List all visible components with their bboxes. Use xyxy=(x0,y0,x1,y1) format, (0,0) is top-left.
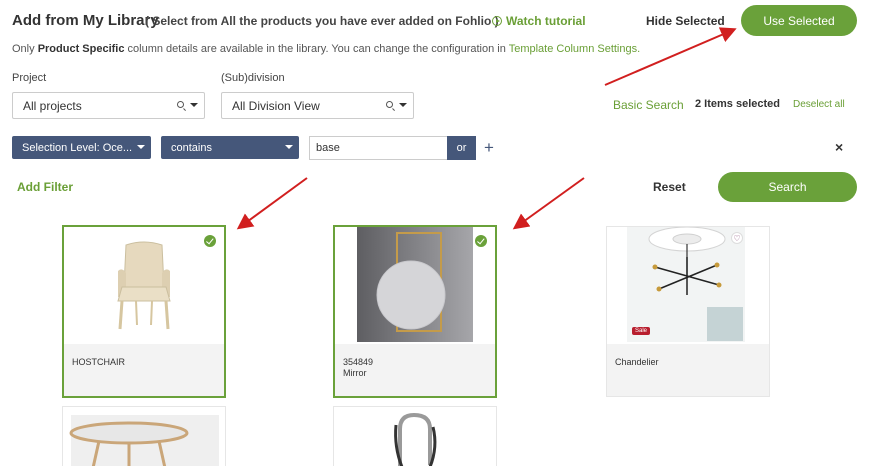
play-icon xyxy=(492,16,502,26)
operator-value: contains xyxy=(171,141,212,154)
arrow-to-use-selected xyxy=(604,27,737,86)
watch-tutorial-link[interactable]: Watch tutorial xyxy=(492,14,586,28)
table-image xyxy=(69,415,219,466)
arrow-to-mirror xyxy=(512,177,585,230)
product-image xyxy=(607,226,769,344)
page-subtitle: ( Select from All the products you have … xyxy=(145,14,499,28)
info-body: column details are available in the libr… xyxy=(124,43,509,55)
add-filter-link[interactable]: Add Filter xyxy=(17,180,73,194)
sale-badge: Sale xyxy=(632,327,651,335)
info-bold: Product Specific xyxy=(37,43,125,55)
chair-image xyxy=(117,241,171,330)
faucet-image xyxy=(394,412,437,466)
subdivision-label: (Sub)division xyxy=(221,72,285,84)
page-title: Add from My Library xyxy=(12,12,159,29)
product-card[interactable] xyxy=(62,406,226,466)
project-select[interactable]: All projects xyxy=(12,92,205,119)
chevron-down-icon xyxy=(285,145,293,149)
product-name: 354849 Mirror xyxy=(343,357,373,379)
selected-check-icon xyxy=(204,235,216,247)
search-button[interactable]: Search xyxy=(718,172,857,202)
product-name-line1: HOSTCHAIR xyxy=(72,357,126,367)
info-prefix: Only xyxy=(12,43,38,55)
product-name-line1: Chandelier xyxy=(615,357,659,367)
deselect-all-link[interactable]: Deselect all xyxy=(793,99,845,110)
chevron-down-icon xyxy=(399,102,407,107)
selected-check-icon xyxy=(475,235,487,247)
chevron-down-icon xyxy=(137,145,145,149)
product-name-line2: Mirror xyxy=(343,368,367,378)
product-name: Chandelier xyxy=(615,357,659,368)
use-selected-button[interactable]: Use Selected xyxy=(741,5,857,36)
selection-level-value: Selection Level: Oce... xyxy=(22,141,133,154)
search-icon xyxy=(177,101,184,108)
search-icon xyxy=(386,101,393,108)
template-column-settings-link[interactable]: Template Column Settings. xyxy=(509,43,640,55)
info-text: Only Product Specific column details are… xyxy=(12,43,640,55)
product-card[interactable]: HOSTCHAIR xyxy=(62,225,226,398)
subdivision-select[interactable]: All Division View xyxy=(221,92,414,119)
items-selected-count: 2 Items selected xyxy=(695,98,780,110)
operator-select[interactable]: contains xyxy=(161,136,299,159)
product-name-line1: 354849 xyxy=(343,357,374,367)
product-card[interactable]: 354849 Mirror xyxy=(333,225,497,398)
product-image xyxy=(64,227,224,344)
reset-button[interactable]: Reset xyxy=(653,180,686,194)
product-name: HOSTCHAIR xyxy=(72,357,125,368)
close-icon[interactable]: × xyxy=(835,140,843,154)
product-image xyxy=(335,227,495,344)
product-image xyxy=(334,407,496,466)
filter-value-input[interactable]: base xyxy=(309,136,449,160)
or-button[interactable]: or xyxy=(447,136,476,160)
chevron-down-icon xyxy=(190,102,198,107)
add-condition-icon[interactable]: + xyxy=(484,139,494,156)
project-select-value: All projects xyxy=(23,98,82,113)
product-card[interactable] xyxy=(333,406,497,466)
selection-level-select[interactable]: Selection Level: Oce... xyxy=(12,136,151,159)
basic-search-link[interactable]: Basic Search xyxy=(613,98,684,112)
subdivision-select-value: All Division View xyxy=(232,98,320,113)
chandelier-image xyxy=(627,226,745,342)
arrow-to-hostchair xyxy=(236,177,308,230)
hide-selected-link[interactable]: Hide Selected xyxy=(646,14,725,28)
heart-icon[interactable]: ♡ xyxy=(731,232,743,244)
product-card[interactable]: ♡ Sale Chandelier xyxy=(606,226,770,397)
product-image xyxy=(63,407,225,466)
watch-tutorial-label: Watch tutorial xyxy=(506,14,586,28)
project-label: Project xyxy=(12,72,47,84)
mirror-image xyxy=(357,227,473,342)
